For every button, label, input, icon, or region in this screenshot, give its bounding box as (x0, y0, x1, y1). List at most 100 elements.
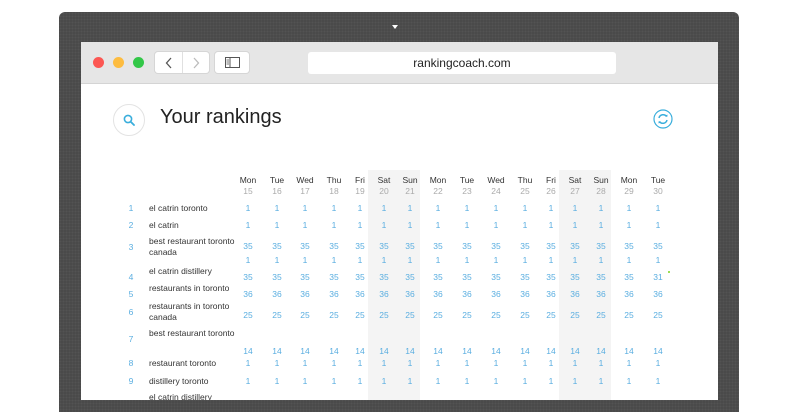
zoom-window-button[interactable] (133, 57, 144, 68)
close-window-button[interactable] (93, 57, 104, 68)
ranking-cell: 1 (655, 203, 661, 213)
ranking-cell: 25 (596, 310, 606, 320)
ranking-cell: 35 (491, 272, 501, 282)
day-name-header: Mon (239, 175, 257, 185)
ranking-cell: 1 (464, 203, 470, 213)
ranking-cell: 1 (274, 255, 280, 265)
ranking-cell: 1 (245, 255, 251, 265)
ranking-cell: 1 (464, 220, 470, 230)
ranking-cell: 1 (493, 376, 499, 386)
ranking-cell: 35 (491, 241, 501, 251)
ranking-cell: 1 (626, 376, 632, 386)
ranking-cell: 25 (462, 310, 472, 320)
row-number: 5 (128, 289, 134, 299)
ranking-cell: 14 (653, 346, 663, 356)
address-bar[interactable]: rankingcoach.com (308, 52, 616, 74)
keyword-label: el catrin distillery (149, 392, 212, 400)
keyword-label: best restaurant toronto canada (149, 236, 235, 257)
day-date-header: 23 (462, 186, 472, 196)
navigation-buttons (155, 52, 209, 73)
ranking-cell: 1 (464, 376, 470, 386)
day-name-header: Tue (650, 175, 666, 185)
ranking-cell: 1 (598, 255, 604, 265)
day-name-header: Mon (620, 175, 638, 185)
chevron-left-icon (165, 57, 171, 68)
ranking-cell: 25 (624, 310, 634, 320)
ranking-cell: 35 (433, 272, 443, 282)
keyword-label: el catrin distillery (149, 266, 212, 276)
ranking-cell: 36 (596, 289, 606, 299)
ranking-cell: 1 (626, 220, 632, 230)
search-button[interactable] (113, 104, 145, 136)
row-number: 1 (128, 203, 134, 213)
ranking-cell: 25 (433, 310, 443, 320)
keyword-label: restaurants in toronto (149, 283, 230, 293)
ranking-cell: 1 (493, 220, 499, 230)
ranking-cell: 14 (491, 346, 501, 356)
row-number: 8 (128, 358, 134, 368)
day-date-header: 24 (491, 186, 501, 196)
ranking-cell: 1 (655, 255, 661, 265)
ranking-cell: 35 (596, 241, 606, 251)
ranking-cell: 25 (300, 310, 310, 320)
day-name-header: Sun (593, 175, 609, 185)
ranking-cell: 35 (596, 272, 606, 282)
day-date-header: 30 (653, 186, 663, 196)
forward-button[interactable] (182, 52, 209, 73)
ranking-cell: 1 (302, 220, 308, 230)
search-icon (123, 114, 135, 126)
ranking-cell: 1 (407, 255, 413, 265)
row-number: 6 (128, 307, 134, 317)
ranking-cell: 25 (653, 310, 663, 320)
ranking-cell: 1 (302, 358, 308, 368)
ranking-cell: 35 (653, 241, 663, 251)
ranking-cell: 14 (433, 346, 443, 356)
ranking-cell: 1 (407, 203, 413, 213)
row-number: 3 (128, 242, 134, 252)
ranking-cell: 14 (405, 346, 415, 356)
ranking-cell: 1 (493, 203, 499, 213)
ranking-cell: 1 (598, 358, 604, 368)
ranking-cell: 35 (243, 272, 253, 282)
ranking-cell: 35 (272, 272, 282, 282)
ranking-cell: 1 (245, 203, 251, 213)
day-name-header: Sun (402, 175, 418, 185)
ranking-cell: 1 (626, 255, 632, 265)
ranking-cell: 36 (624, 289, 634, 299)
keyword-label: distillery toronto (149, 376, 209, 386)
ranking-cell: 35 (272, 241, 282, 251)
back-button[interactable] (155, 52, 183, 73)
ranking-cell: 1 (598, 376, 604, 386)
ranking-cell: 1 (655, 376, 661, 386)
row-number: 4 (128, 272, 134, 282)
ranking-cell: 35 (433, 241, 443, 251)
rank-change-marker (668, 271, 670, 273)
ranking-cell: 35 (624, 272, 634, 282)
ranking-cell: 1 (464, 358, 470, 368)
day-date-header: 28 (596, 186, 606, 196)
ranking-cell: 35 (462, 272, 472, 282)
day-date-header: 21 (405, 186, 415, 196)
keyword-label: best restaurant toronto (149, 328, 235, 338)
sidebar-icon (224, 57, 240, 68)
ranking-cell: 25 (272, 310, 282, 320)
ranking-cell: 1 (493, 358, 499, 368)
ranking-cell: 1 (435, 220, 441, 230)
sidebar-toggle-button[interactable] (215, 52, 249, 73)
day-date-header: 29 (624, 186, 634, 196)
ranking-cell: 1 (435, 203, 441, 213)
ranking-cell: 1 (245, 220, 251, 230)
day-name-header: Mon (429, 175, 447, 185)
browser-toolbar: rankingcoach.com (81, 42, 718, 84)
ranking-cell: 35 (405, 272, 415, 282)
ranking-cell: 1 (274, 376, 280, 386)
ranking-cell: 36 (433, 289, 443, 299)
day-date-header: 22 (433, 186, 443, 196)
ranking-cell: 1 (302, 255, 308, 265)
ranking-cell: 25 (243, 310, 253, 320)
refresh-button[interactable] (653, 109, 673, 129)
ranking-cell: 1 (655, 358, 661, 368)
minimize-window-button[interactable] (113, 57, 124, 68)
day-date-header: 17 (300, 186, 310, 196)
browser-window: rankingcoach.com Your rankings Mon 15 Tue 1… (81, 42, 718, 400)
